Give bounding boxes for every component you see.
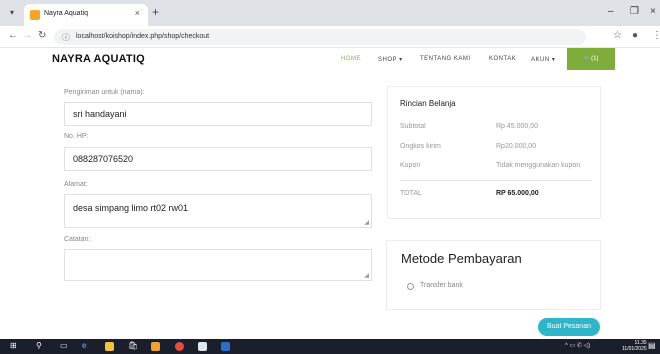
info-icon[interactable]: ⓘ [62,32,70,43]
address-label: Alamat: [64,181,88,188]
coupon-value: Tidak menggunakan kupon [496,162,581,169]
resize-handle-icon[interactable]: ◢ [364,272,369,279]
notification-icon[interactable]: ▤ [648,341,656,350]
brand-logo[interactable]: NAYRA AQUATIQ [52,53,145,65]
profile-icon[interactable]: ● [632,30,638,41]
url-field[interactable]: ⓘ localhost/koishop/index.php/shop/check… [54,29,586,45]
window-close-button[interactable]: × [650,6,656,17]
notes-label: Catatan: [64,236,91,243]
taskbar-search-icon[interactable]: ⚲ [36,341,42,350]
nav-shop[interactable]: SHOP ▾ [378,56,403,63]
payment-title: Metode Pembayaran [401,251,522,266]
recipient-label: Pengiriman untuk (nama): [64,89,145,96]
total-value: RP 65.000,00 [496,190,539,197]
clock-date: 11/01/2025 [622,346,647,352]
new-tab-button[interactable]: + [152,5,159,19]
recipient-input[interactable]: sri handayani [64,102,372,126]
nav-home[interactable]: HOME [341,56,361,62]
task-view-icon[interactable]: ▭ [60,341,68,350]
forward-arrow-icon[interactable]: → [22,30,32,41]
tab-close-icon[interactable]: × [135,8,140,18]
bank-transfer-label[interactable]: Transfer bank [420,282,463,289]
url-text: localhost/koishop/index.php/shop/checkou… [76,33,210,40]
browser-address-bar: ← → ↻ ⓘ localhost/koishop/index.php/shop… [0,26,660,48]
resize-handle-icon[interactable]: ◢ [364,219,369,226]
word-icon[interactable] [221,342,230,351]
nav-account[interactable]: AKUN ▾ [531,56,555,63]
back-arrow-icon[interactable]: ← [8,30,18,41]
phone-input[interactable]: 088287076520 [64,147,372,171]
bank-transfer-radio[interactable] [407,283,414,290]
site-favicon-icon [30,10,40,20]
app-icon[interactable] [151,342,160,351]
subtotal-value: Rp 45.000,00 [496,123,539,130]
address-value: desa simpang limo rt02 rw01 [73,203,189,213]
payment-method-card: Metode Pembayaran Transfer bank [386,240,601,310]
shipping-value: Rp20.000,00 [496,143,537,150]
tab-search-chevron-icon[interactable]: ▾ [6,7,18,19]
browser-menu-icon[interactable]: ⋮ [652,30,660,41]
browser-tab[interactable]: Nayra Aquatiq × [24,4,148,26]
browser-tab-bar: ▾ Nayra Aquatiq × + – ❐ × [0,0,660,26]
windows-start-icon[interactable]: ⊞ [10,341,17,350]
nav-contact[interactable]: KONTAK [489,56,516,62]
edge-browser-icon[interactable]: e [82,341,86,350]
cart-button[interactable]: 🛒(1) [567,48,615,70]
file-explorer-icon[interactable] [105,342,114,351]
shipping-label: Ongkos kirim [400,143,441,150]
site-header: NAYRA AQUATIQ HOME SHOP ▾ TENTANG KAMI K… [0,48,660,70]
photos-icon[interactable] [198,342,207,351]
chrome-icon[interactable] [175,342,184,351]
reload-icon[interactable]: ↻ [38,30,46,41]
taskbar-clock[interactable]: 11.35 11/01/2025 [622,340,647,352]
subtotal-label: Subtotal [400,123,426,130]
phone-label: No. HP: [64,133,89,140]
window-minimize-button[interactable]: – [608,6,614,17]
order-summary-card: Rincian Belanja Subtotal Rp 45.000,00 On… [387,86,601,219]
summary-divider [400,180,592,181]
phone-value: 088287076520 [73,154,134,164]
notes-textarea[interactable]: ◢ [64,249,372,281]
tab-title: Nayra Aquatiq [44,10,88,17]
summary-title: Rincian Belanja [400,99,456,108]
coupon-label: Kupon [400,162,421,169]
total-label: TOTAL [400,190,422,197]
recipient-value: sri handayani [73,109,127,119]
system-tray-icons[interactable]: ^ ▭ ✆ ◁) [565,342,590,349]
place-order-button[interactable]: Buat Pesanan [538,318,600,336]
windows-taskbar: ⊞ ⚲ ▭ e 🛍 ^ ▭ ✆ ◁) 11.35 11/01/2025 ▤ [0,339,660,354]
nav-about[interactable]: TENTANG KAMI [420,56,471,62]
bookmark-star-icon[interactable]: ☆ [613,30,622,41]
store-icon[interactable]: 🛍 [128,341,138,350]
address-textarea[interactable]: desa simpang limo rt02 rw01 ◢ [64,194,372,228]
window-restore-button[interactable]: ❐ [630,6,639,17]
